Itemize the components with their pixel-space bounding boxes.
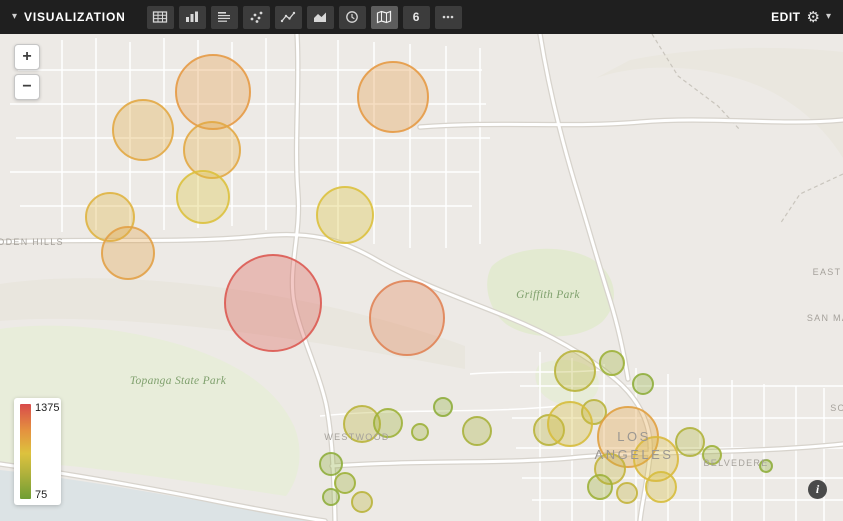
zoom-out-button[interactable]: − — [14, 74, 40, 100]
line-chart-icon[interactable] — [275, 6, 302, 29]
bar-chart-icon[interactable] — [179, 6, 206, 29]
gear-icon[interactable]: ⚙ — [807, 10, 820, 25]
text-report-icon[interactable] — [211, 6, 238, 29]
map-canvas[interactable]: HIDDEN HILLSGriffith ParkTopanga State P… — [0, 34, 843, 521]
legend-max-value: 1375 — [35, 402, 59, 414]
more-icon[interactable] — [435, 6, 462, 29]
map-bubble[interactable] — [617, 483, 637, 503]
map-bubble[interactable] — [358, 62, 428, 132]
legend-min-value: 75 — [35, 489, 47, 501]
scatter-chart-icon[interactable] — [243, 6, 270, 29]
table-icon[interactable] — [147, 6, 174, 29]
map-bubble[interactable] — [760, 460, 772, 472]
map-bubble[interactable] — [176, 55, 250, 129]
color-legend: 1375 75 — [14, 398, 61, 505]
map-bubble[interactable] — [323, 489, 339, 505]
map-bubble[interactable] — [370, 281, 444, 355]
map-bubble[interactable] — [646, 472, 676, 502]
visualization-toolbar: ▾ VISUALIZATION 6 EDIT ⚙ ▾ — [0, 0, 843, 34]
area-chart-icon[interactable] — [307, 6, 334, 29]
map-bubble[interactable] — [320, 453, 342, 475]
number-6-icon[interactable]: 6 — [403, 6, 430, 29]
basemap — [0, 34, 843, 521]
map-icon[interactable] — [371, 6, 398, 29]
legend-gradient-bar — [20, 404, 31, 499]
map-bubble[interactable] — [184, 122, 240, 178]
visualization-app: ▾ VISUALIZATION 6 EDIT ⚙ ▾ — [0, 0, 843, 521]
map-bubble[interactable] — [434, 398, 452, 416]
map-bubble[interactable] — [703, 446, 721, 464]
map-bubble[interactable] — [374, 409, 402, 437]
zoom-in-button[interactable]: + — [14, 44, 40, 70]
edit-control[interactable]: EDIT ⚙ ▾ — [771, 10, 831, 25]
map-bubble[interactable] — [548, 402, 592, 446]
zoom-control: + − — [14, 44, 40, 100]
map-bubble[interactable] — [335, 473, 355, 493]
map-bubble[interactable] — [412, 424, 428, 440]
map-bubble[interactable] — [352, 492, 372, 512]
map-bubble[interactable] — [676, 428, 704, 456]
edit-caret-icon[interactable]: ▾ — [826, 12, 831, 22]
map-bubble[interactable] — [555, 351, 595, 391]
toolbar-title: VISUALIZATION — [24, 10, 126, 24]
map-bubble[interactable] — [633, 374, 653, 394]
map-bubble[interactable] — [600, 351, 624, 375]
map-bubble[interactable] — [102, 227, 154, 279]
clock-icon[interactable] — [339, 6, 366, 29]
edit-label[interactable]: EDIT — [771, 10, 800, 24]
map-bubble[interactable] — [463, 417, 491, 445]
collapse-caret-icon[interactable]: ▾ — [12, 12, 17, 22]
map-bubble[interactable] — [113, 100, 173, 160]
attribution-info-button[interactable]: i — [808, 480, 827, 499]
map-bubble[interactable] — [588, 475, 612, 499]
map-bubble[interactable] — [177, 171, 229, 223]
toolbar-icons: 6 — [147, 6, 462, 29]
map-bubble[interactable] — [317, 187, 373, 243]
map-bubble[interactable] — [225, 255, 321, 351]
